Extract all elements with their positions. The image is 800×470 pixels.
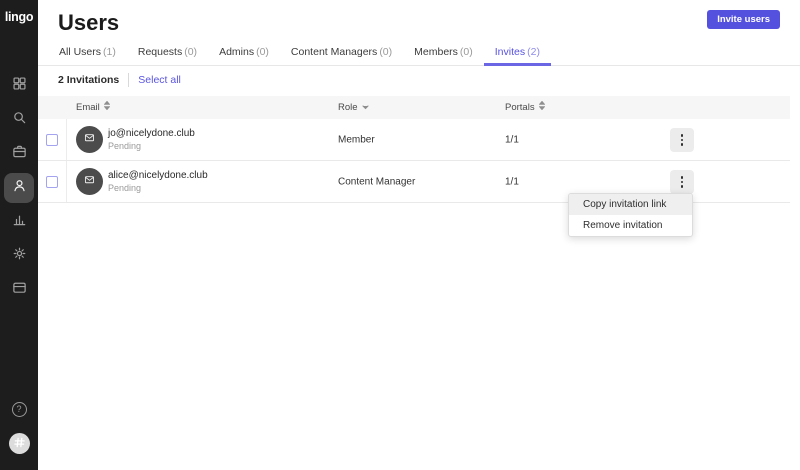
row-checkbox[interactable] bbox=[46, 134, 58, 146]
row-checkbox[interactable] bbox=[46, 176, 58, 188]
sidebar-item-billing[interactable] bbox=[4, 275, 34, 305]
lingo-logo: lingo bbox=[4, 10, 34, 24]
email-address: jo@nicelydone.club bbox=[108, 128, 195, 139]
row-actions-menu-button[interactable] bbox=[670, 170, 694, 194]
app-window: lingo ? Users Invite users All Users (1)… bbox=[0, 0, 800, 470]
table-body: jo@nicelydone.club Pending Member 1/1 al… bbox=[38, 119, 790, 203]
column-divider bbox=[66, 119, 67, 160]
sort-updown-icon bbox=[103, 96, 111, 119]
menu-item-copy-invitation-link[interactable]: Copy invitation link bbox=[569, 194, 692, 215]
portals-cell: 1/1 bbox=[505, 134, 519, 145]
search-icon bbox=[12, 110, 27, 130]
email-cell: jo@nicelydone.club Pending bbox=[108, 127, 195, 153]
portals-cell: 1/1 bbox=[505, 176, 519, 187]
chevron-down-icon bbox=[361, 96, 369, 119]
sidebar-nav bbox=[0, 71, 38, 305]
envelope-icon bbox=[83, 131, 96, 149]
status-badge: Pending bbox=[108, 183, 142, 193]
email-cell: alice@nicelydone.club Pending bbox=[108, 169, 208, 195]
tab-members[interactable]: Members (0) bbox=[403, 42, 484, 66]
hash-icon bbox=[13, 435, 25, 453]
toolbar-divider bbox=[128, 73, 130, 87]
role-cell: Member bbox=[338, 134, 375, 145]
select-all-link[interactable]: Select all bbox=[138, 74, 181, 86]
role-cell: Content Manager bbox=[338, 176, 416, 187]
row-actions-context-menu: Copy invitation link Remove invitation bbox=[568, 193, 693, 237]
table-row: jo@nicelydone.club Pending Member 1/1 bbox=[38, 119, 790, 161]
avatar[interactable] bbox=[8, 433, 30, 454]
gear-icon bbox=[12, 246, 27, 266]
sidebar-item-workspace[interactable] bbox=[4, 139, 34, 169]
row-actions-menu-button[interactable] bbox=[670, 128, 694, 152]
tab-invites[interactable]: Invites (2) bbox=[483, 42, 551, 66]
column-divider bbox=[66, 161, 67, 202]
invite-users-button[interactable]: Invite users bbox=[707, 10, 780, 29]
menu-item-remove-invitation[interactable]: Remove invitation bbox=[569, 215, 692, 236]
sort-updown-icon bbox=[538, 96, 546, 119]
tab-requests[interactable]: Requests (0) bbox=[127, 42, 208, 66]
credit-card-icon bbox=[12, 280, 27, 300]
table-header: Email Role Portals bbox=[38, 96, 790, 119]
users-icon bbox=[12, 178, 27, 198]
invitations-toolbar: 2 Invitations Select all bbox=[58, 72, 181, 88]
column-header-email[interactable]: Email bbox=[76, 96, 111, 119]
sidebar-bottom: ? bbox=[0, 402, 38, 454]
sidebar-item-settings[interactable] bbox=[4, 241, 34, 271]
column-header-role[interactable]: Role bbox=[338, 96, 369, 119]
tab-bar: All Users (1) Requests (0) Admins (0) Conte… bbox=[38, 42, 800, 66]
sidebar-item-dashboard[interactable] bbox=[4, 71, 34, 101]
page-title: Users bbox=[58, 10, 120, 35]
tab-admins[interactable]: Admins (0) bbox=[208, 42, 280, 66]
tab-content-managers[interactable]: Content Managers (0) bbox=[280, 42, 403, 66]
briefcase-icon bbox=[12, 144, 27, 164]
sidebar: lingo ? bbox=[0, 0, 38, 470]
status-badge: Pending bbox=[108, 141, 142, 151]
invitations-count: 2 Invitations bbox=[58, 74, 120, 86]
tab-all-users[interactable]: All Users (1) bbox=[48, 42, 127, 66]
help-icon[interactable]: ? bbox=[11, 402, 27, 417]
invite-avatar bbox=[76, 126, 103, 153]
grid-icon bbox=[12, 76, 27, 96]
bar-chart-icon bbox=[12, 212, 27, 232]
invite-avatar bbox=[76, 168, 103, 195]
envelope-icon bbox=[83, 173, 96, 191]
column-header-portals[interactable]: Portals bbox=[505, 96, 546, 119]
sidebar-item-analytics[interactable] bbox=[4, 207, 34, 237]
sidebar-item-users[interactable] bbox=[4, 173, 34, 203]
sidebar-item-search[interactable] bbox=[4, 105, 34, 135]
email-address: alice@nicelydone.club bbox=[108, 170, 208, 181]
